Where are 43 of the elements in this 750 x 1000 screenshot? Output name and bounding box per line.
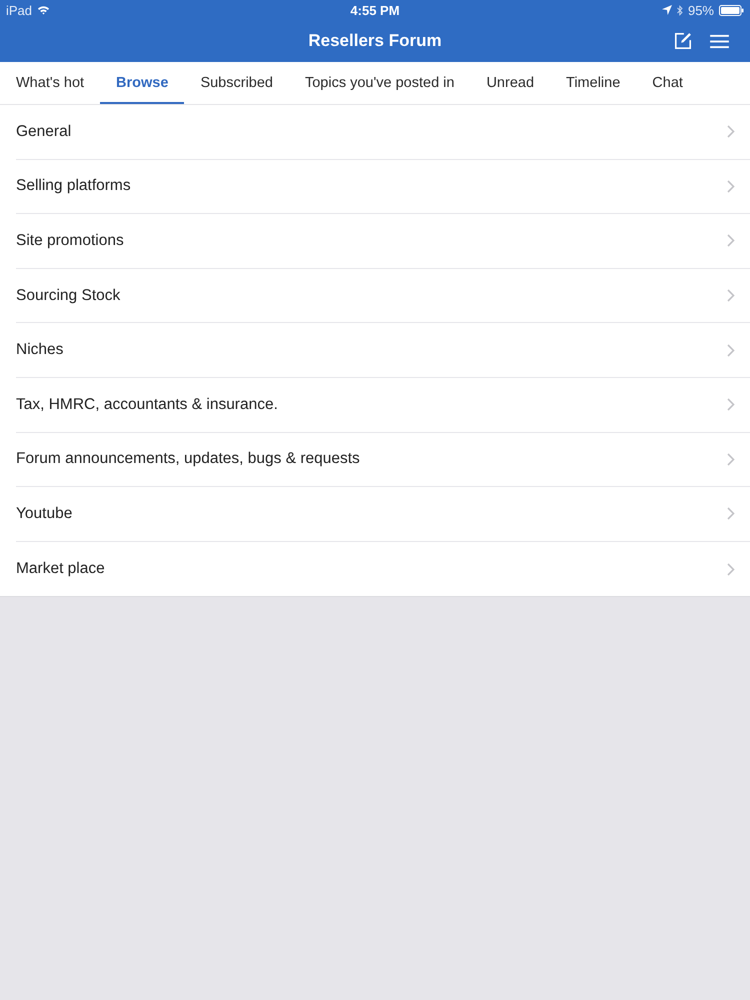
forum-name: General xyxy=(16,122,72,141)
battery-icon xyxy=(719,4,744,16)
forum-row[interactable]: Tax, HMRC, accountants & insurance. xyxy=(16,378,750,433)
forum-row[interactable]: Forum announcements, updates, bugs & requests xyxy=(16,432,750,488)
tab[interactable]: Timeline xyxy=(550,62,636,104)
chevron-right-icon xyxy=(727,398,735,412)
forum-row[interactable]: Market place xyxy=(16,542,750,596)
forum-title: Resellers Forum xyxy=(308,31,442,51)
chevron-right-icon xyxy=(727,289,735,302)
forum-name: Youtube xyxy=(16,504,72,523)
forum-row[interactable]: Youtube xyxy=(16,487,750,542)
battery-percentage: 95% xyxy=(688,2,714,18)
tab[interactable]: Chat xyxy=(636,62,699,104)
menu-icon[interactable] xyxy=(710,34,729,48)
tab[interactable]: Topics you've posted in xyxy=(288,62,470,104)
location-arrow-icon xyxy=(662,5,672,15)
forum-name: Forum announcements, updates, bugs & requests xyxy=(16,450,360,468)
bluetooth-icon xyxy=(676,4,683,16)
chevron-right-icon xyxy=(727,125,735,138)
chevron-right-icon xyxy=(727,180,735,193)
forum-name: Tax, HMRC, accountants & insurance. xyxy=(16,396,278,414)
forum-name: Sourcing Stock xyxy=(16,286,120,305)
chevron-right-icon xyxy=(727,507,735,520)
forum-name: Site promotions xyxy=(16,232,124,250)
chevron-right-icon xyxy=(727,562,735,576)
forum-row[interactable]: Selling platforms xyxy=(16,160,750,214)
forum-row[interactable]: Sourcing Stock xyxy=(16,268,750,324)
forum-name: Selling platforms xyxy=(16,177,131,196)
forum-row[interactable]: General xyxy=(16,105,750,160)
tab[interactable]: Subscribed xyxy=(184,62,289,104)
forum-row[interactable]: Niches xyxy=(16,323,750,378)
wifi-icon xyxy=(37,5,50,15)
device-name: iPad xyxy=(6,2,32,18)
forum-name: Market place xyxy=(16,560,105,578)
status-time: 4:55 PM xyxy=(350,2,400,18)
tab[interactable]: Unread xyxy=(470,62,550,104)
chevron-right-icon xyxy=(727,234,735,248)
forum-row[interactable]: Site promotions xyxy=(16,214,750,269)
chevron-right-icon xyxy=(727,452,735,466)
compose-icon[interactable] xyxy=(674,32,692,50)
forum-name: Niches xyxy=(16,341,64,360)
tab[interactable]: What's hot xyxy=(0,62,100,104)
chevron-right-icon xyxy=(727,344,735,357)
